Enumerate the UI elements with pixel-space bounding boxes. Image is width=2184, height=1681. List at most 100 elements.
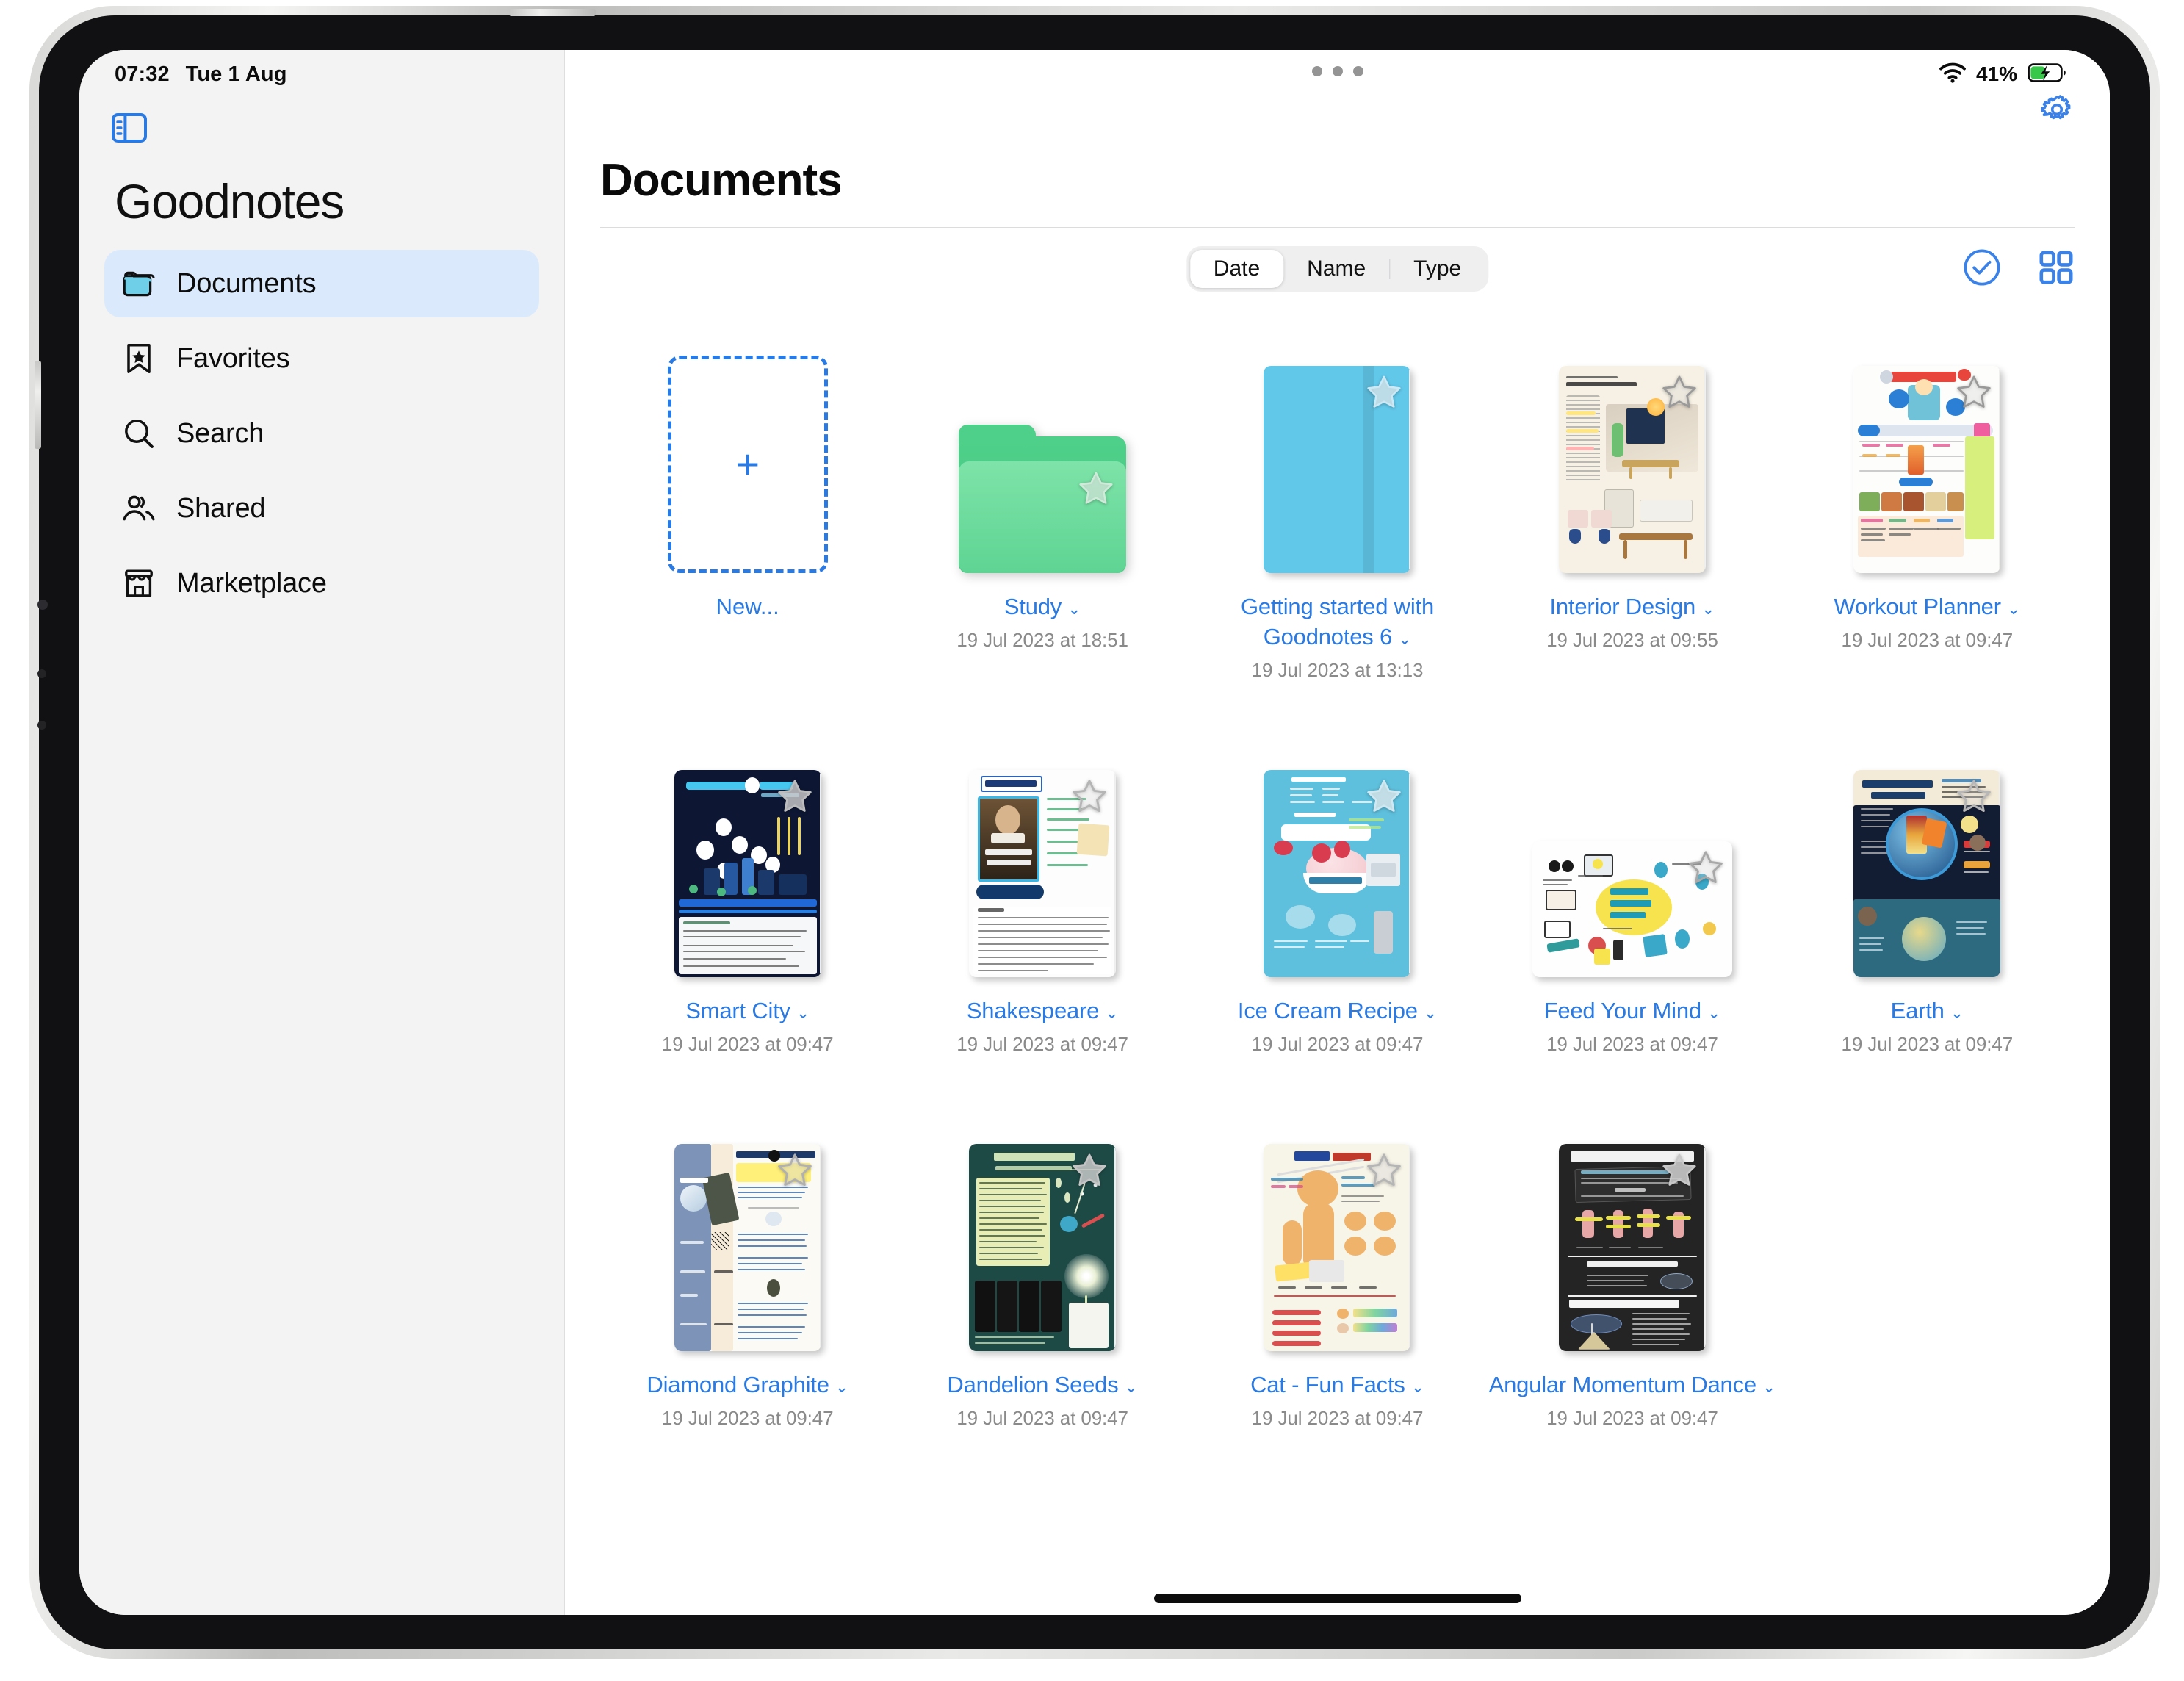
document-date: 19 Jul 2023 at 09:47 [661,1406,834,1429]
sidebar-item-favorites[interactable]: Favorites [104,325,539,392]
chevron-down-icon: ⌄ [796,1003,810,1022]
document-title[interactable]: Feed Your Mind ⌄ [1544,996,1721,1026]
document-title[interactable]: Interior Design ⌄ [1549,592,1715,622]
status-bar-right: 41% [565,50,2110,93]
document-cell-workout-planner[interactable]: Workout Planner ⌄ 19 Jul 2023 at 09:47 [1780,310,2075,682]
document-cell-smart-city[interactable]: Smart City ⌄ 19 Jul 2023 at 09:47 [600,714,895,1056]
document-cell-dandelion-seeds[interactable]: Dandelion Seeds ⌄ 19 Jul 2023 at 09:47 [895,1088,1189,1430]
document-cell-feed-your-mind[interactable]: Feed Your Mind ⌄ 19 Jul 2023 at 09:47 [1485,714,1779,1056]
document-cell-shakespeare[interactable]: Shakespeare ⌄ 19 Jul 2023 at 09:47 [895,714,1189,1056]
thumbnail[interactable] [1558,314,1706,573]
folder-green-icon [959,425,1127,573]
sidebar-item-label: Search [176,417,264,449]
document-cell-angular-momentum-dance[interactable]: Angular Momentum Dance ⌄ 19 Jul 2023 at 0… [1485,1088,1779,1430]
new-document-label: New... [716,594,779,619]
sidebar-nav: Documents Favorites Search Shared Market… [79,250,564,617]
new-document-thumb: + [667,314,828,573]
thumbnail[interactable] [1264,314,1411,573]
document-date: 19 Jul 2023 at 18:51 [956,628,1128,651]
document-title[interactable]: Cat - Fun Facts ⌄ [1250,1370,1424,1400]
document-title[interactable]: Shakespeare ⌄ [967,996,1119,1026]
thumbnail[interactable] [959,314,1127,573]
thumbnail[interactable] [674,1093,821,1351]
document-cell-diamond-graphite[interactable]: Diamond Graphite ⌄ 19 Jul 2023 at 09:47 [600,1088,895,1430]
document-title[interactable]: Angular Momentum Dance ⌄ [1489,1370,1776,1400]
chevron-down-icon: ⌄ [1410,1377,1424,1396]
document-date: 19 Jul 2023 at 13:13 [1251,658,1424,681]
thumbnail[interactable] [1264,719,1411,977]
app-title: Goodnotes [115,174,345,228]
sidebar-item-label: Favorites [176,342,290,374]
document-title[interactable]: Getting started with Goodnotes 6 ⌄ [1190,592,1484,652]
status-time: 07:32 [115,62,170,86]
notebook-cover-ice-cream [1264,769,1411,977]
notebook-cover-plain-blue [1264,366,1411,573]
chevron-down-icon: ⌄ [1105,1003,1119,1022]
ipad-device-frame: 07:32 Tue 1 Aug Goodnotes Documents Favo… [29,6,2160,1659]
document-cell-earth[interactable]: Earth ⌄ 19 Jul 2023 at 09:47 [1780,714,2075,1056]
favorite-star-icon [1957,375,1992,408]
favorite-star-icon [1367,375,1402,408]
page-title: Documents [600,155,843,206]
sort-option-date[interactable]: Date [1189,250,1284,288]
thumbnail[interactable] [1558,1093,1706,1351]
sort-segmented-control[interactable]: Date Name Type [1186,246,1489,292]
notebook-cover-diamond-graphite [674,1143,821,1351]
document-date: 19 Jul 2023 at 09:47 [1841,1032,2014,1055]
thumbnail[interactable] [674,719,821,977]
people-icon [122,492,156,525]
document-title[interactable]: Diamond Graphite ⌄ [646,1370,848,1400]
document-title[interactable]: Earth ⌄ [1891,996,1964,1026]
thumbnail[interactable] [1853,314,2001,573]
thumbnail[interactable] [1532,719,1732,977]
thumbnail[interactable] [969,1093,1117,1351]
document-cell-study[interactable]: Study ⌄ 19 Jul 2023 at 18:51 [895,310,1189,682]
document-title[interactable]: Workout Planner ⌄ [1834,592,2021,622]
volume-button[interactable] [509,9,596,16]
document-cell-ice-cream-recipe[interactable]: Ice Cream Recipe ⌄ 19 Jul 2023 at 09:47 [1190,714,1485,1056]
sidebar-item-documents[interactable]: Documents [104,250,539,317]
home-indicator[interactable] [1153,1594,1521,1603]
document-title[interactable]: Smart City ⌄ [685,996,810,1026]
sidebar-item-shared[interactable]: Shared [104,475,539,542]
notebook-cover-workout-planner [1853,366,2001,573]
checkmark-circle-icon[interactable] [1963,248,2001,290]
new-document-placeholder[interactable]: + [667,356,828,573]
sidebar: 07:32 Tue 1 Aug Goodnotes Documents Favo… [79,50,565,1615]
sort-option-name[interactable]: Name [1283,250,1389,288]
document-date: 19 Jul 2023 at 09:47 [956,1406,1128,1429]
document-cell-cat-fun-facts[interactable]: Cat - Fun Facts ⌄ 19 Jul 2023 at 09:47 [1190,1088,1485,1430]
notebook-cover-interior-design [1558,366,1706,573]
thumbnail[interactable] [1853,719,2001,977]
thumbnail[interactable] [969,719,1117,977]
power-button[interactable] [35,361,41,449]
notebook-cover-angular-momentum [1558,1143,1706,1351]
document-title[interactable]: Dandelion Seeds ⌄ [947,1370,1138,1400]
document-title[interactable]: Ice Cream Recipe ⌄ [1238,996,1437,1026]
plus-icon: + [735,441,760,487]
front-camera [37,600,48,610]
documents-scroll-area[interactable]: + New... Study ⌄ 19 Jul 2023 at 18:51 Ge… [565,310,2110,1615]
document-cell-interior-design[interactable]: Interior Design ⌄ 19 Jul 2023 at 09:55 [1485,310,1779,682]
grid-view-icon[interactable] [2038,249,2075,289]
notebook-cover-shakespeare [969,769,1117,977]
favorite-star-icon [777,780,812,812]
thumbnail[interactable] [1264,1093,1411,1351]
storefront-icon [122,566,156,600]
sort-option-type[interactable]: Type [1390,250,1485,288]
favorite-star-icon [1367,780,1402,812]
document-date: 19 Jul 2023 at 09:47 [956,1032,1128,1055]
search-icon [122,417,156,450]
sidebar-item-label: Marketplace [176,567,327,599]
document-title[interactable]: Study ⌄ [1004,592,1081,622]
new-document-cell[interactable]: + New... [600,310,895,682]
document-cell-getting-started[interactable]: Getting started with Goodnotes 6 ⌄ 19 Jul… [1190,310,1485,682]
multitasking-dots-icon[interactable] [1311,66,1363,76]
documents-grid: + New... Study ⌄ 19 Jul 2023 at 18:51 Ge… [600,310,2075,1430]
sidebar-toggle-icon[interactable] [112,113,147,143]
status-date: Tue 1 Aug [185,62,287,86]
sidebar-item-marketplace[interactable]: Marketplace [104,550,539,617]
chevron-down-icon: ⌄ [1124,1377,1138,1396]
sidebar-item-search[interactable]: Search [104,400,539,467]
gear-icon[interactable] [2039,93,2075,147]
